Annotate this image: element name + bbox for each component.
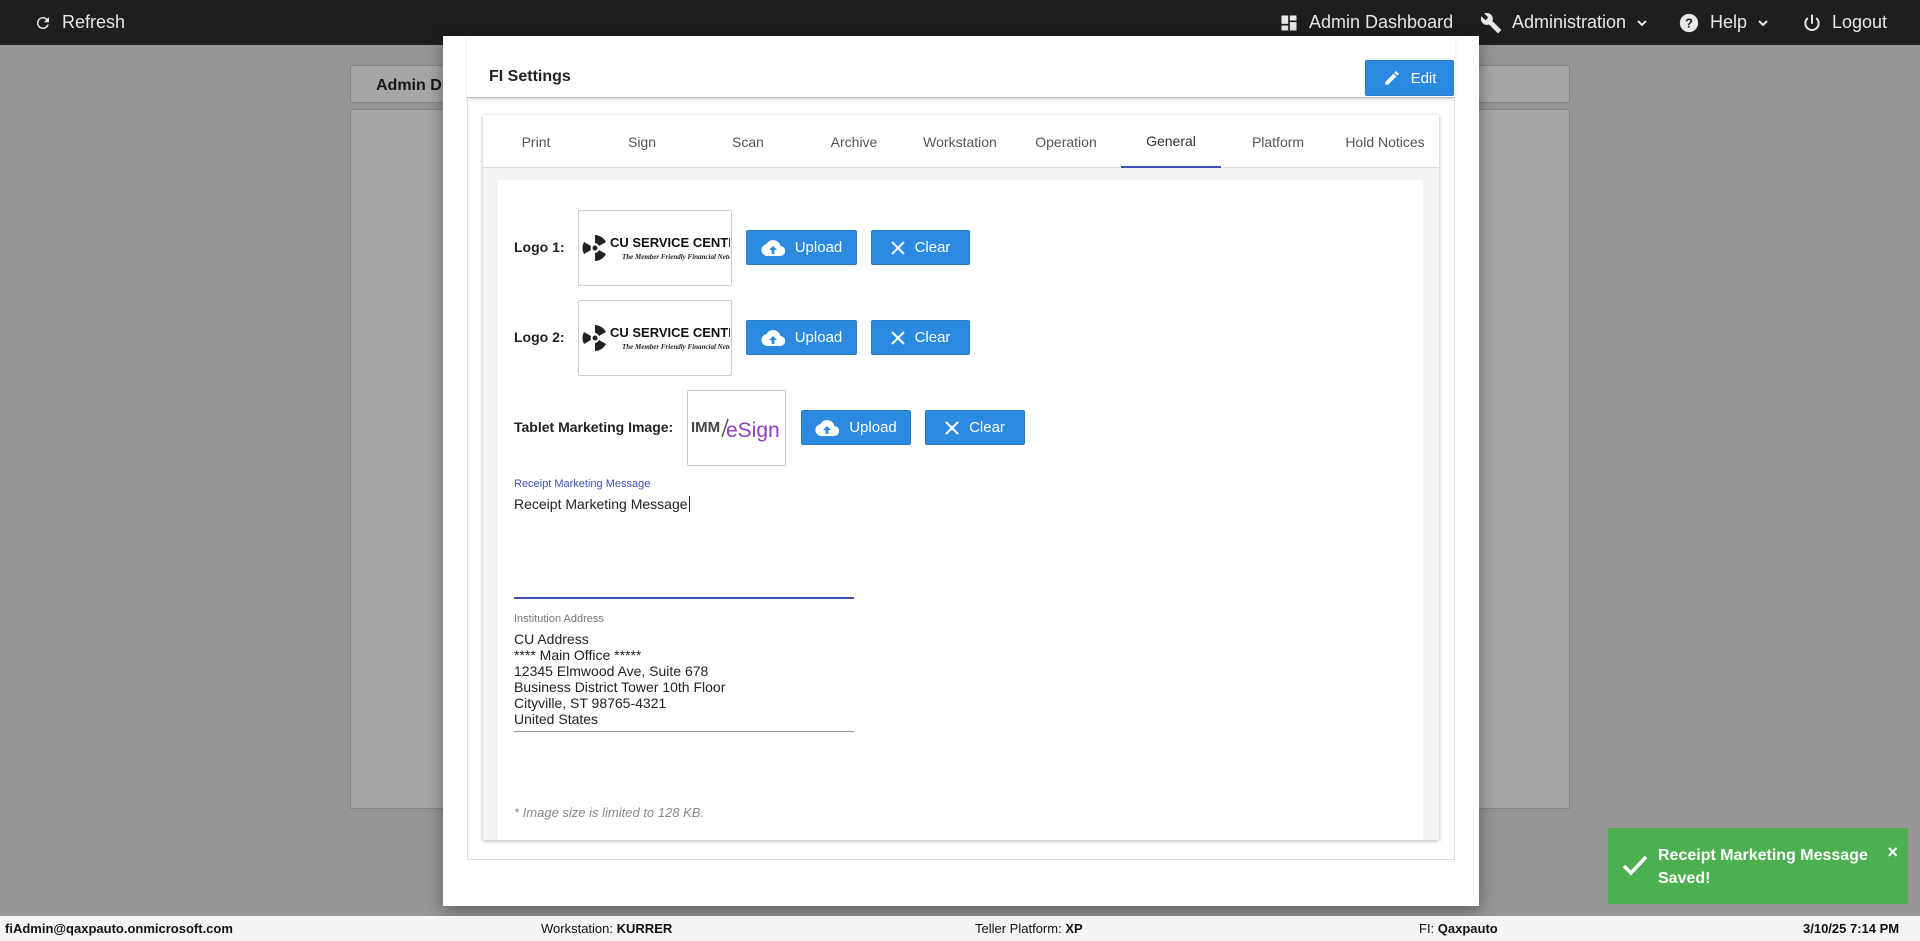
footer-datetime: 3/10/25 7:14 PM [1803,921,1900,936]
tab-hold-notices[interactable]: Hold Notices [1331,115,1439,168]
footer-workstation-label: Workstation: [541,921,614,936]
svg-text:CU SERVICE CENTERS: CU SERVICE CENTERS [610,325,730,340]
help-label: Help [1710,12,1748,32]
svg-text:IMM: IMM [691,419,720,436]
logo1-upload-button[interactable]: Upload [746,230,857,265]
wrench-icon [1480,12,1502,33]
footer-teller-value: XP [1065,921,1083,936]
logo2-clear-button[interactable]: Clear [871,320,970,355]
image-size-note: * Image size is limited to 128 KB. [514,805,705,820]
cloud-upload-icon [761,329,785,346]
admin-dashboard-label: Admin Dashboard [1309,12,1454,32]
refresh-label: Refresh [62,12,126,32]
footer-fi: FI: Qaxpauto [1419,921,1498,936]
toast-message: Receipt Marketing Message Saved! [1658,847,1868,887]
edit-label: Edit [1410,69,1437,87]
tab-archive[interactable]: Archive [801,115,907,168]
receipt-marketing-message-textarea[interactable]: Receipt Marketing Message [514,496,854,594]
footer-workstation: Workstation: KURRER [541,921,672,936]
logo2-preview: CU SERVICE CENTERS The Member Friendly F… [578,300,732,376]
tab-print[interactable]: Print [483,115,589,168]
tab-workstation[interactable]: Workstation [907,115,1013,168]
footer-user: fiAdmin@qaxpauto.onmicrosoft.com [5,921,233,936]
institution-address-textarea[interactable]: CU Address **** Main Office ***** 12345 … [514,631,854,727]
refresh-icon [36,16,49,29]
svg-text:?: ? [1685,15,1693,30]
logo2-label: Logo 2: [514,329,565,345]
text-cursor [688,496,690,512]
check-icon [1622,855,1648,876]
svg-text:The Member Friendly Financial: The Member Friendly Financial Network [622,343,730,351]
help-icon: ? [1679,13,1699,32]
cu-service-centers-logo: CU SERVICE CENTERS The Member Friendly F… [582,325,730,351]
administration-menu[interactable]: Administration [1480,0,1648,45]
toast-close-button[interactable]: × [1887,842,1898,863]
institution-address-label: Institution Address [514,613,604,625]
tablet-image-upload-button[interactable]: Upload [801,410,911,445]
power-icon [1804,14,1820,31]
clear-label: Clear [969,419,1005,436]
close-icon [890,240,905,255]
refresh-button[interactable]: Refresh [34,0,125,45]
svg-text:The Member Friendly Financial: The Member Friendly Financial Network [622,253,730,261]
administration-label: Administration [1512,12,1627,32]
cloud-upload-icon [761,239,785,256]
tab-general[interactable]: General [1121,115,1221,168]
close-icon [890,330,905,345]
cu-service-centers-logo: CU SERVICE CENTERS The Member Friendly F… [582,235,730,261]
logo1-preview: CU SERVICE CENTERS The Member Friendly F… [578,210,732,286]
imm-esign-logo: IMM eSign [691,418,780,442]
footer-teller-platform: Teller Platform: XP [975,921,1083,936]
status-footer: fiAdmin@qaxpauto.onmicrosoft.com Worksta… [0,916,1920,941]
receipt-field-underline [514,597,854,599]
svg-text:eSign: eSign [726,419,780,442]
tablet-image-clear-button[interactable]: Clear [925,410,1025,445]
logo1-clear-button[interactable]: Clear [871,230,970,265]
tab-operation[interactable]: Operation [1013,115,1119,168]
upload-label: Upload [849,419,897,436]
edit-button[interactable]: Edit [1365,60,1454,96]
footer-fi-value: Qaxpauto [1437,921,1498,936]
logout-label: Logout [1832,12,1888,32]
logo2-upload-button[interactable]: Upload [746,320,857,355]
logo1-label: Logo 1: [514,239,565,255]
modal-header [467,36,1455,98]
close-icon [945,420,959,435]
footer-teller-label: Teller Platform: [975,921,1062,936]
settings-tabs: Print Sign Scan Archive Workstation Oper… [483,115,1439,168]
clear-label: Clear [914,329,951,346]
tab-platform[interactable]: Platform [1225,115,1331,168]
tablet-marketing-image-preview: IMM eSign [687,390,786,466]
receipt-marketing-message-label: Receipt Marketing Message [514,478,651,490]
modal-title: FI Settings [489,68,571,85]
cloud-upload-icon [815,419,840,436]
tab-sign[interactable]: Sign [589,115,695,168]
tablet-marketing-image-label: Tablet Marketing Image: [514,419,674,435]
upload-label: Upload [794,329,843,346]
footer-workstation-value: KURRER [616,921,673,936]
logout-button[interactable]: Logout [1802,0,1887,45]
clear-label: Clear [914,239,951,256]
footer-fi-label: FI: [1419,921,1435,936]
dashboard-icon [1281,15,1297,30]
success-toast: Receipt Marketing Message Saved! × [1608,828,1908,904]
receipt-marketing-message-value: Receipt Marketing Message [514,496,688,512]
pencil-icon [1384,71,1399,85]
chevron-down-icon [1637,19,1647,26]
upload-label: Upload [794,239,843,256]
chevron-down-icon [1758,19,1768,26]
help-menu[interactable]: ? Help [1678,0,1769,45]
svg-text:CU SERVICE CENTERS: CU SERVICE CENTERS [610,235,730,250]
address-field-underline [514,731,854,732]
tab-scan[interactable]: Scan [695,115,801,168]
